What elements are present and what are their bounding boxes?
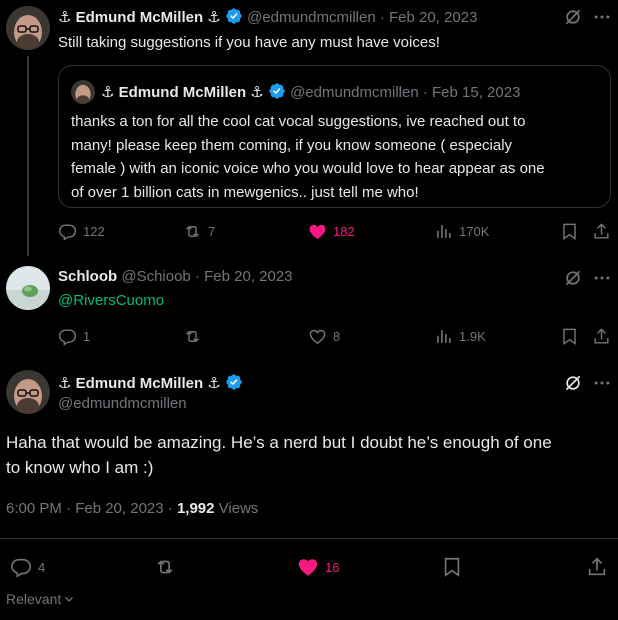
view-count: 170K (459, 224, 490, 239)
like-count: 8 (333, 329, 341, 344)
repost-count: 7 (208, 224, 216, 239)
share-icon[interactable] (592, 327, 611, 351)
date: · Feb 15, 2023 (422, 84, 521, 101)
repost-button[interactable] (183, 327, 202, 346)
like-button[interactable]: 8 (308, 327, 340, 346)
grok-icon[interactable] (563, 268, 583, 293)
sort-label: Relevant (6, 591, 62, 607)
like-button[interactable]: 182 (308, 222, 355, 241)
verified-badge-icon (225, 7, 243, 29)
verified-badge-icon (268, 82, 286, 104)
share-icon[interactable] (586, 556, 608, 583)
tweet-header: Schloob @Schioob · Feb 20, 2023 (58, 268, 293, 285)
quote-line: female ) with an iconic voice who you wo… (71, 160, 545, 177)
heart-filled-icon (298, 559, 318, 576)
repost-icon (186, 225, 199, 238)
reply-button[interactable]: 122 (58, 222, 105, 241)
display-name[interactable]: Schloob (58, 268, 117, 285)
tweet-meta: 6:00 PM · Feb 20, 2023 · 1,992 Views (6, 500, 258, 517)
avatar[interactable] (6, 370, 50, 414)
more-icon[interactable] (592, 373, 612, 398)
verified-badge-icon (225, 373, 243, 395)
views-count: 1,992 (176, 500, 215, 517)
tweet-header: ⚓ Edmund McMillen ⚓ (58, 373, 243, 395)
views-button[interactable]: 170K (434, 222, 489, 241)
reply-button[interactable]: 4 (10, 556, 45, 578)
avatar (71, 80, 95, 104)
like-count: 182 (333, 224, 355, 239)
sort-dropdown[interactable]: Relevant (6, 591, 75, 607)
mention-link[interactable]: @RiversCuomo (58, 292, 164, 309)
repost-icon (186, 330, 199, 343)
view-count: 1.9K (459, 329, 486, 344)
reply-button[interactable]: 1 (58, 327, 90, 346)
display-name[interactable]: ⚓ Edmund McMillen ⚓ (58, 375, 221, 392)
like-count: 16 (325, 559, 340, 575)
handle[interactable]: @Schioob (121, 268, 190, 285)
tweet-text: Still taking suggestions if you have any… (58, 34, 440, 51)
grok-icon[interactable] (563, 7, 583, 32)
main-tweet-text: Haha that would be amazing. He’s a nerd … (6, 430, 552, 480)
text-line: to know who I am :) (6, 458, 154, 477)
analytics-icon (437, 330, 451, 343)
like-button[interactable]: 16 (297, 556, 339, 578)
display-name: ⚓ Edmund McMillen ⚓ (101, 84, 264, 101)
bookmark-icon[interactable] (560, 327, 579, 351)
more-icon[interactable] (592, 268, 612, 293)
quote-header: ⚓ Edmund McMillen ⚓ @edmundmcmillen · Fe… (101, 82, 520, 104)
date[interactable]: · Feb 20, 2023 (195, 268, 293, 285)
thread-line (27, 56, 29, 256)
more-icon[interactable] (592, 7, 612, 32)
heart-filled-icon (309, 224, 326, 240)
chevron-down-icon (65, 597, 74, 602)
quote-line: thanks a ton for all the cool cat vocal … (71, 113, 526, 130)
bookmark-icon[interactable] (560, 222, 579, 246)
display-name[interactable]: ⚓ Edmund McMillen ⚓ (58, 9, 221, 26)
grok-icon[interactable] (563, 373, 583, 398)
reply-icon (11, 558, 31, 578)
timestamp[interactable]: 6:00 PM · Feb 20, 2023 · (6, 500, 173, 517)
avatar[interactable] (6, 266, 50, 310)
bookmark-icon[interactable] (441, 556, 463, 583)
handle: @edmundmcmillen (290, 84, 419, 101)
repost-button[interactable]: 7 (183, 222, 215, 241)
reply-icon (58, 329, 77, 346)
repost-icon (157, 560, 173, 574)
repost-button[interactable] (154, 556, 176, 583)
quote-text: thanks a ton for all the cool cat vocal … (71, 110, 545, 204)
views-button[interactable]: 1.9K (434, 327, 486, 346)
handle[interactable]: @edmundmcmillen (58, 395, 187, 412)
quote-line: many! please keep them coming, if you kn… (71, 136, 513, 154)
tweet-header: ⚓ Edmund McMillen ⚓ @edmundmcmillen · Fe… (58, 7, 477, 29)
divider (0, 538, 618, 539)
avatar[interactable] (6, 6, 50, 50)
reply-count: 122 (83, 224, 105, 239)
views-label: Views (218, 500, 259, 517)
reply-count: 4 (38, 559, 46, 575)
handle[interactable]: @edmundmcmillen (247, 9, 376, 26)
text-line: Haha that would be amazing. He’s a nerd … (6, 433, 552, 452)
date[interactable]: · Feb 20, 2023 (380, 9, 478, 26)
quote-line: of over 1 billion cats in mewgenics.. ju… (71, 183, 419, 201)
heart-icon (309, 329, 326, 345)
reply-icon (58, 224, 77, 241)
reply-count: 1 (83, 329, 91, 344)
analytics-icon (437, 225, 451, 238)
share-icon[interactable] (592, 222, 611, 246)
